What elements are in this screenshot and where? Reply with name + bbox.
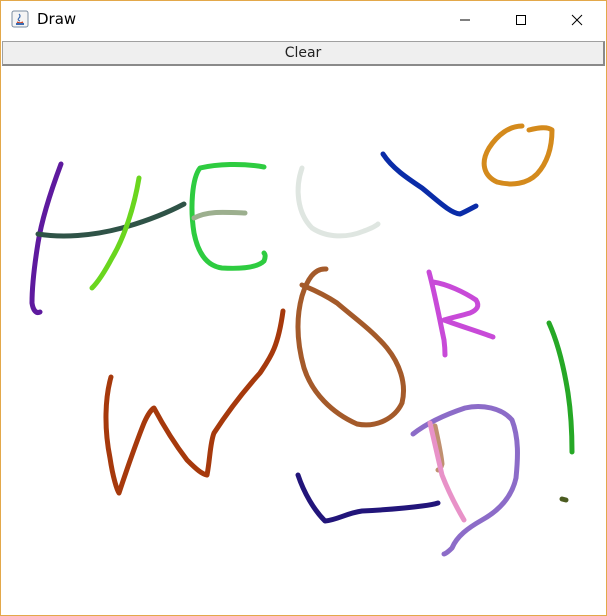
stroke-l-blue	[380, 151, 479, 217]
stroke-d-purple	[410, 404, 520, 557]
stroke-exclaim-line	[546, 320, 575, 455]
stroke-l-light	[295, 165, 381, 239]
maximize-button[interactable]	[498, 1, 544, 39]
drawing-canvas[interactable]	[2, 68, 605, 614]
window-title: Draw	[37, 10, 77, 28]
stroke-h-bar	[35, 201, 187, 239]
minimize-icon	[460, 19, 470, 21]
stroke-l-navy	[295, 472, 441, 524]
stroke-e-mid	[191, 209, 248, 221]
clear-button[interactable]: Clear	[2, 41, 605, 66]
title-bar[interactable]: Draw	[1, 1, 606, 39]
stroke-exclaim-dot	[559, 496, 569, 503]
close-icon	[571, 14, 583, 26]
minimize-button[interactable]	[442, 1, 488, 39]
stroke-o-orange	[481, 123, 555, 187]
draw-window: Draw Clear	[0, 0, 607, 616]
stroke-o-brown	[295, 266, 406, 428]
stroke-w	[103, 308, 286, 496]
drawing-surface[interactable]	[2, 68, 605, 614]
maximize-icon	[516, 15, 526, 25]
java-app-icon	[11, 10, 29, 28]
close-button[interactable]	[554, 1, 600, 39]
stroke-r	[426, 269, 496, 358]
